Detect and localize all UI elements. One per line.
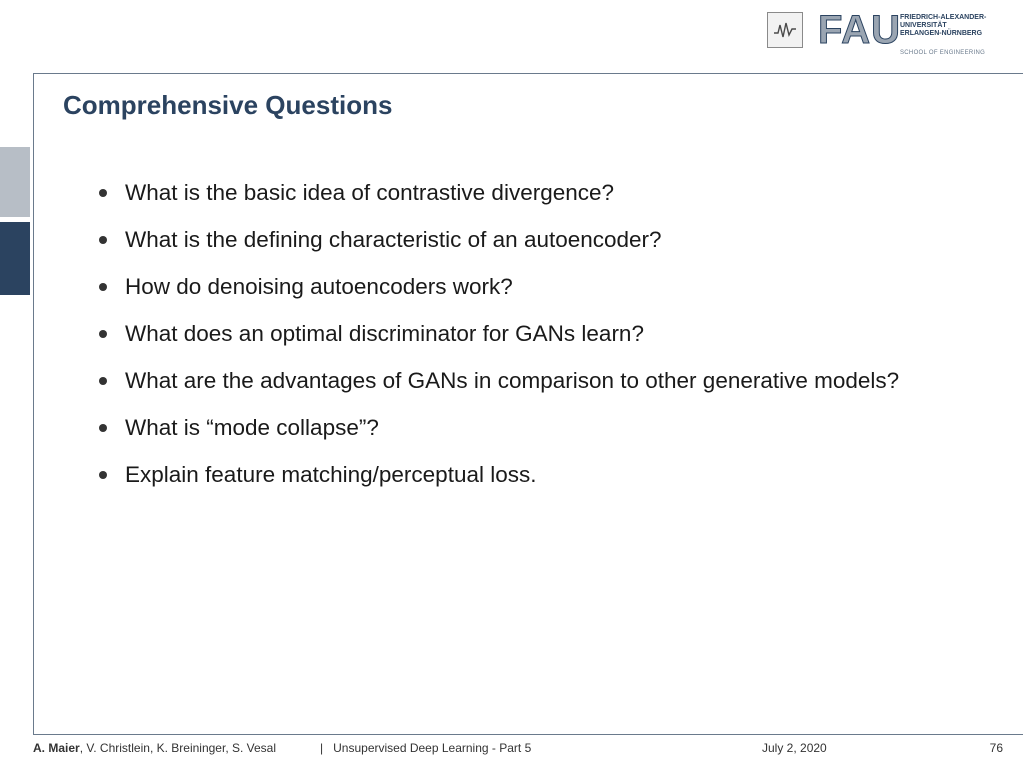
footer-date: July 2, 2020	[762, 741, 827, 755]
waveform-icon	[768, 13, 802, 47]
question-text: What is the basic idea of contrastive di…	[125, 180, 615, 205]
side-tab-dark	[0, 222, 30, 295]
university-name: FRIEDRICH-ALEXANDER- UNIVERSITÄT ERLANGE…	[900, 14, 987, 37]
question-item: What does an optimal discriminator for G…	[95, 316, 1005, 363]
question-item: What is the basic idea of contrastive di…	[95, 175, 1005, 222]
question-text: What is “mode collapse”?	[125, 415, 379, 440]
question-item: Explain feature matching/perceptual loss…	[95, 457, 1005, 504]
question-item: What is “mode collapse”?	[95, 410, 1005, 457]
bullet-icon	[99, 330, 107, 338]
question-item: What is the defining characteristic of a…	[95, 222, 1005, 269]
lead-author: A. Maier	[33, 741, 80, 755]
question-text: Explain feature matching/perceptual loss…	[125, 462, 537, 487]
slide-title: Comprehensive Questions	[63, 90, 393, 120]
bullet-icon	[99, 236, 107, 244]
footer-course: | Unsupervised Deep Learning - Part 5	[320, 741, 531, 755]
question-item: How do denoising autoencoders work?	[95, 269, 1005, 316]
fau-logo: FAU FRIEDRICH-ALEXANDER- UNIVERSITÄT ERL…	[818, 8, 998, 60]
school-name: SCHOOL OF ENGINEERING	[900, 50, 986, 56]
page-number: 76	[989, 741, 1003, 755]
question-text: What is the defining characteristic of a…	[125, 227, 662, 252]
coauthors: , V. Christlein, K. Breininger, S. Vesal	[79, 741, 277, 755]
bullet-icon	[99, 471, 107, 479]
bullet-icon	[99, 283, 107, 291]
lme-logo	[767, 12, 803, 48]
course-title: Unsupervised Deep Learning - Part 5	[333, 741, 532, 755]
question-text: What does an optimal discriminator for G…	[125, 321, 644, 346]
bullet-icon	[99, 189, 107, 197]
footer: A. Maier, V. Christlein, K. Breininger, …	[33, 741, 1008, 759]
question-text: What are the advantages of GANs in compa…	[125, 368, 900, 393]
side-tab-light	[0, 147, 30, 217]
footer-authors: A. Maier, V. Christlein, K. Breininger, …	[33, 741, 276, 755]
question-list: What is the basic idea of contrastive di…	[95, 175, 1005, 504]
question-item: What are the advantages of GANs in compa…	[95, 363, 1005, 410]
bullet-icon	[99, 377, 107, 385]
fau-wordmark: FAU	[818, 8, 901, 52]
footer-separator: |	[320, 741, 324, 755]
question-text: How do denoising autoencoders work?	[125, 274, 513, 299]
bullet-icon	[99, 424, 107, 432]
